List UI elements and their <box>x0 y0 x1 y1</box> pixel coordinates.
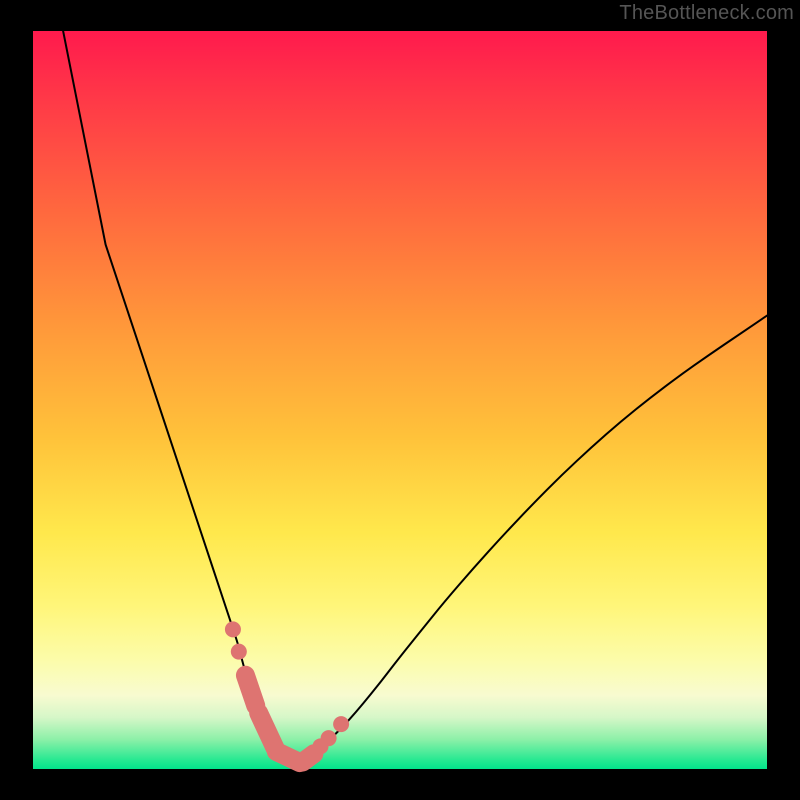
curve-group <box>61 23 768 763</box>
bead-segment <box>259 713 275 748</box>
bead-dot <box>231 644 247 660</box>
bead-segment <box>245 675 255 705</box>
bottleneck-curve-svg <box>0 0 800 800</box>
bead-dot <box>321 730 337 746</box>
bead-segment <box>303 754 314 762</box>
outer-frame: TheBottleneck.com <box>0 0 800 800</box>
v-curve-path <box>61 23 768 763</box>
bead-dot <box>333 716 349 732</box>
bead-group <box>225 621 349 762</box>
bead-dot <box>225 621 241 637</box>
